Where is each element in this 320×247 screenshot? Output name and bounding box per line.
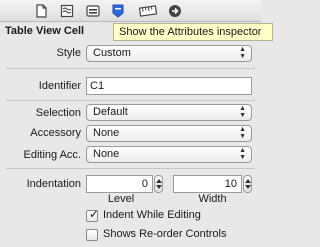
accessory-popup[interactable]: None ▲ ▼ xyxy=(86,125,252,142)
selection-label: Selection xyxy=(35,107,81,119)
indentation-level-stepper[interactable] xyxy=(154,175,163,193)
indent-while-editing-label: Indent While Editing xyxy=(103,209,201,221)
identifier-field[interactable]: C1 xyxy=(86,77,252,95)
shows-reorder-checkbox[interactable] xyxy=(86,229,98,241)
attributes-inspector-icon[interactable] xyxy=(111,4,125,18)
selection-value: Default xyxy=(93,106,128,118)
selection-popup[interactable]: Default ▲ ▼ xyxy=(86,104,252,121)
divider xyxy=(6,100,255,101)
checkmark-icon: ✓ xyxy=(89,207,100,221)
size-inspector-icon[interactable] xyxy=(138,4,158,18)
popup-arrows-icon: ▲ ▼ xyxy=(239,126,246,140)
accessory-value: None xyxy=(93,127,120,139)
editing-acc-popup[interactable]: None ▲ ▼ xyxy=(86,146,252,163)
identity-inspector-icon[interactable] xyxy=(86,4,100,18)
style-popup[interactable]: Custom ▲ ▼ xyxy=(86,45,252,62)
divider xyxy=(6,168,255,169)
tooltip: Show the Attributes inspector xyxy=(113,23,273,41)
identifier-label: Identifier xyxy=(38,80,81,92)
indentation-label: Indentation xyxy=(26,178,81,190)
indentation-level-label: Level xyxy=(107,193,135,205)
editing-acc-value: None xyxy=(93,148,120,160)
popup-arrows-icon: ▲ ▼ xyxy=(239,46,246,60)
popup-arrows-icon: ▲ ▼ xyxy=(239,147,246,161)
inspector-toolbar xyxy=(0,0,261,22)
indentation-width-stepper[interactable] xyxy=(243,175,252,193)
section-title: Table View Cell xyxy=(5,25,85,37)
divider xyxy=(6,68,255,69)
quick-help-icon[interactable] xyxy=(60,4,74,18)
popup-arrows-icon: ▲ ▼ xyxy=(239,105,246,119)
shows-reorder-label: Shows Re-order Controls xyxy=(103,228,227,240)
indentation-width-label: Width xyxy=(198,193,227,205)
indentation-width-field[interactable]: 10 xyxy=(173,175,242,193)
indent-while-editing-checkbox[interactable]: ✓ xyxy=(86,207,100,222)
editing-acc-label: Editing Acc. xyxy=(23,149,81,161)
style-value: Custom xyxy=(93,47,131,59)
accessory-label: Accessory xyxy=(30,127,81,139)
indentation-level-field[interactable]: 0 xyxy=(86,175,153,193)
connections-inspector-icon[interactable] xyxy=(168,4,182,18)
style-label: Style xyxy=(56,47,81,59)
file-inspector-icon[interactable] xyxy=(34,4,48,18)
